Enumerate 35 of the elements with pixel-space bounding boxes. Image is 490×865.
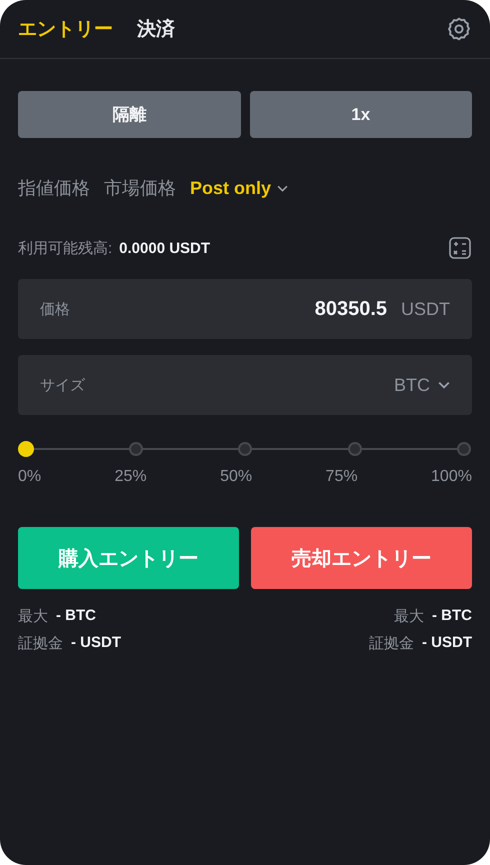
- settings-icon[interactable]: [446, 16, 472, 42]
- slider-tick[interactable]: [238, 442, 252, 456]
- margin-button[interactable]: 隔離: [18, 91, 240, 138]
- calculator-icon[interactable]: [448, 236, 472, 260]
- size-field[interactable]: サイズ BTC: [18, 355, 472, 415]
- info-label: 証拠金: [369, 634, 414, 653]
- slider-tick[interactable]: [128, 442, 142, 456]
- order-type-tab[interactable]: 市場価格: [104, 176, 176, 200]
- entry-button[interactable]: 売却エントリー: [251, 527, 472, 589]
- info-value: - BTC: [56, 607, 96, 626]
- order-type-tab[interactable]: Post only: [190, 178, 288, 198]
- tab[interactable]: 決済: [137, 16, 175, 42]
- chevron-down-icon[interactable]: [277, 184, 288, 192]
- slider-label: 100%: [431, 468, 472, 486]
- slider-tick[interactable]: [348, 442, 362, 456]
- slider-label: 50%: [220, 468, 252, 486]
- slider-tick[interactable]: [457, 442, 471, 456]
- slider-thumb[interactable]: [18, 441, 34, 457]
- info-value: - USDT: [71, 634, 121, 653]
- info-label: 証拠金: [18, 634, 63, 653]
- tab[interactable]: エントリー: [18, 16, 113, 42]
- slider-label: 75%: [326, 468, 358, 486]
- info-label: 最大: [18, 607, 48, 626]
- balance-label: 利用可能残高:: [18, 238, 112, 258]
- margin-button[interactable]: 1x: [250, 91, 472, 138]
- order-type-tab[interactable]: 指値価格: [18, 176, 90, 200]
- chevron-down-icon[interactable]: [438, 381, 450, 389]
- slider-label: 0%: [18, 468, 42, 486]
- slider-label: 25%: [114, 468, 147, 486]
- info-label: 最大: [394, 607, 424, 626]
- price-field[interactable]: 価格 80350.5 USDT: [18, 279, 472, 339]
- info-value: - BTC: [432, 607, 472, 626]
- info-value: - USDT: [422, 634, 472, 653]
- slider-track[interactable]: [18, 441, 472, 457]
- balance-value: 0.0000 USDT: [119, 240, 210, 256]
